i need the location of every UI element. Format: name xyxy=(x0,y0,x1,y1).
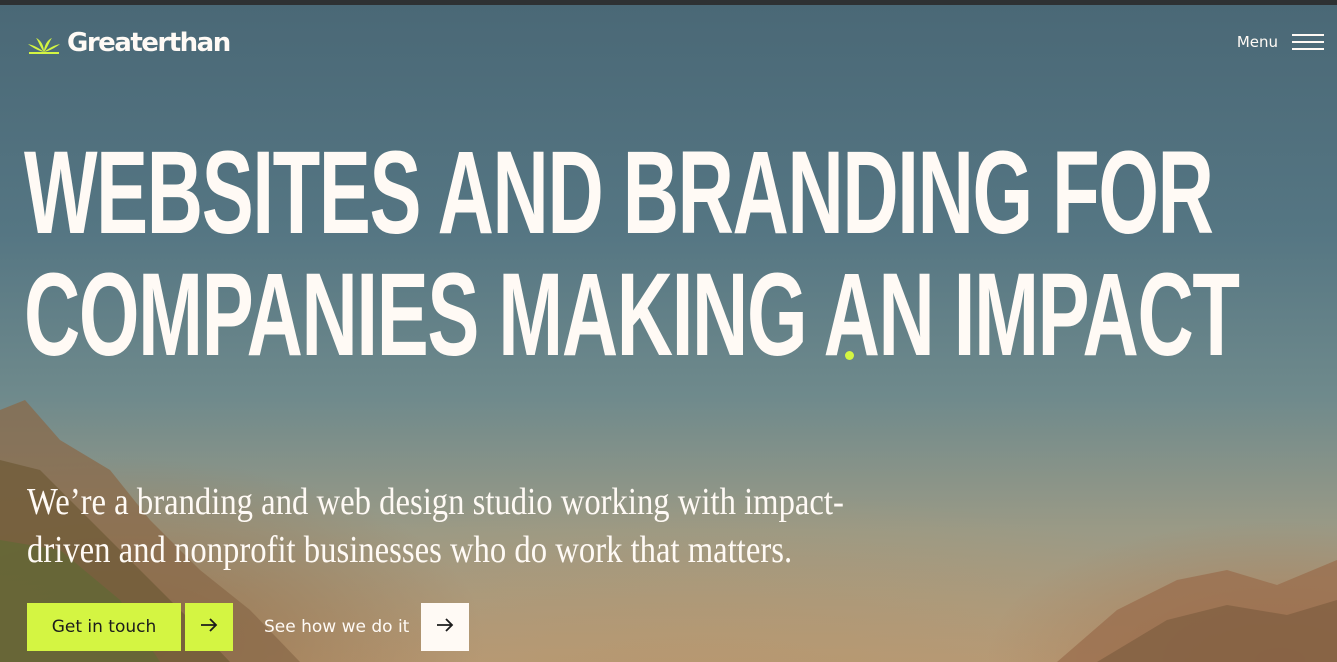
hero-headline-line-2: COMPANIES MAKING AN IMPACT xyxy=(24,249,1240,381)
sprout-icon xyxy=(27,32,61,54)
see-how-we-do-it-link[interactable]: See how we do it xyxy=(264,617,409,637)
arrow-right-icon xyxy=(436,617,454,637)
get-in-touch-button[interactable]: Get in touch xyxy=(27,603,181,651)
top-border xyxy=(0,0,1337,5)
cta-row: Get in touch See how we do it xyxy=(27,603,470,651)
brand-name: Greaterthan xyxy=(67,28,231,58)
see-how-we-do-it-arrow-button[interactable] xyxy=(421,603,470,651)
hero-headline: WEBSITES AND BRANDING FOR COMPANIES MAKI… xyxy=(24,127,1240,381)
hamburger-icon xyxy=(1292,34,1324,50)
hero-subtitle: We’re a branding and web design studio w… xyxy=(27,481,844,571)
get-in-touch-arrow-button[interactable] xyxy=(185,603,233,651)
hero-headline-line-1: WEBSITES AND BRANDING FOR xyxy=(24,127,1214,259)
brand-logo[interactable]: Greaterthan xyxy=(27,28,231,58)
cursor-dot xyxy=(845,351,854,360)
menu-label: Menu xyxy=(1236,33,1278,51)
mountain-right-image xyxy=(1057,560,1337,662)
arrow-right-icon xyxy=(200,617,218,637)
menu-button[interactable]: Menu xyxy=(1237,33,1324,51)
